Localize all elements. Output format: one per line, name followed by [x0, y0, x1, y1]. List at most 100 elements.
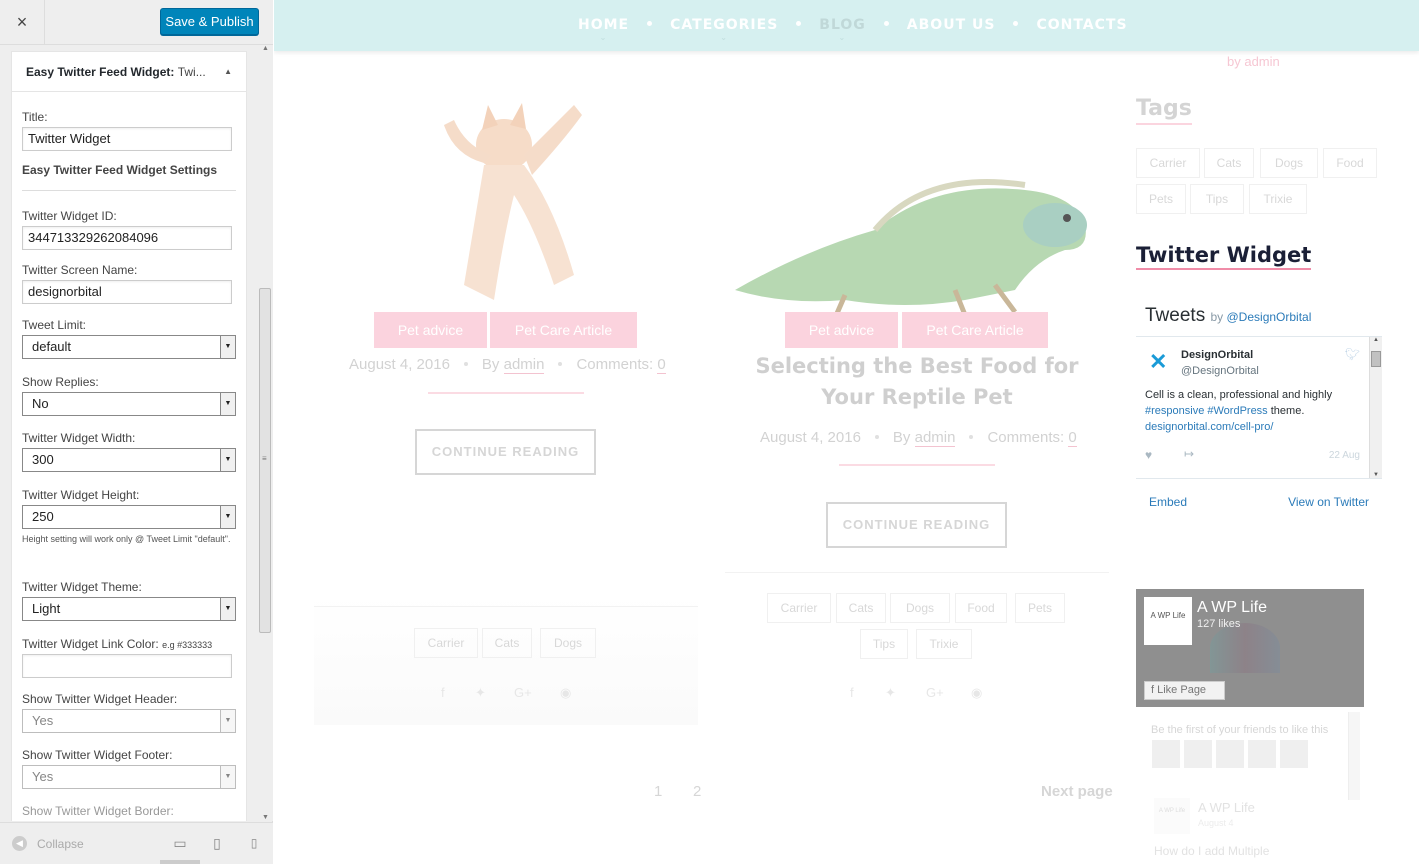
theme-select[interactable]: Light ▼	[22, 597, 236, 621]
embed-link[interactable]: Embed	[1149, 495, 1187, 509]
post-author-link[interactable]: admin	[503, 356, 545, 374]
sidebar-tag[interactable]: Cats	[1204, 148, 1254, 178]
widget-title-bar[interactable]: Easy Twitter Feed Widget: Twi... ▲	[12, 52, 246, 92]
sidebar-tag[interactable]: Tips	[1190, 184, 1244, 214]
tablet-icon[interactable]: ▯	[209, 835, 225, 851]
tweet-date[interactable]: 22 Aug	[1329, 450, 1360, 461]
close-icon[interactable]: ×	[0, 0, 45, 45]
tweet-hashtags[interactable]: #responsive #WordPress	[1145, 405, 1268, 417]
scroll-up-icon[interactable]: ▲	[262, 45, 269, 52]
sidebar-tag[interactable]: Pets	[1136, 184, 1186, 214]
fb-page-name[interactable]: A WP Life	[1197, 599, 1267, 617]
fb-post-avatar[interactable]: A WP Life	[1154, 798, 1190, 834]
post-author-link[interactable]: admin	[914, 429, 956, 447]
scroll-down-icon[interactable]: ▼	[1373, 472, 1379, 478]
dropdown-arrow-icon[interactable]: ▼	[220, 449, 235, 471]
avatar[interactable]	[1184, 740, 1212, 768]
chevron-up-icon[interactable]: ▲	[224, 67, 232, 76]
continue-reading-button[interactable]: CONTINUE READING	[415, 429, 596, 475]
avatar[interactable]	[1280, 740, 1308, 768]
share-icon[interactable]: ↦	[1184, 447, 1194, 461]
nav-about[interactable]: ABOUT US	[907, 17, 996, 33]
sidebar-tag[interactable]: Trixie	[1249, 184, 1307, 214]
post-tag[interactable]: Dogs	[890, 593, 950, 623]
title-input[interactable]: Twitter Widget	[22, 127, 232, 151]
dropdown-arrow-icon[interactable]: ▼	[220, 506, 235, 528]
post-title[interactable]: Selecting the Best Food for Your Reptile…	[725, 351, 1109, 413]
continue-reading-button[interactable]: CONTINUE READING	[826, 502, 1007, 548]
tweet-link[interactable]: designorbital.com/cell-pro/	[1145, 421, 1273, 433]
tweet-author-handle[interactable]: @DesignOrbital	[1181, 365, 1259, 377]
tweets-by-handle[interactable]: @DesignOrbital	[1227, 310, 1312, 324]
fb-post-author[interactable]: A WP Life	[1198, 800, 1255, 815]
screen-name-input[interactable]: designorbital	[22, 280, 232, 304]
designorbital-avatar-icon[interactable]: ✕	[1149, 350, 1169, 374]
twitter-bird-icon[interactable]: 🐦︎	[1345, 347, 1360, 361]
show-replies-select[interactable]: No ▼	[22, 392, 236, 416]
dropdown-arrow-icon[interactable]: ▼	[220, 766, 235, 788]
save-publish-button[interactable]: Save & Publish	[160, 8, 259, 35]
show-header-select[interactable]: Yes ▼	[22, 709, 236, 733]
page-1-link[interactable]: 1	[654, 783, 662, 800]
category-badge[interactable]: Pet advice	[374, 312, 487, 348]
sidebar-scrollbar[interactable]: ▲ ≡ ▼	[258, 45, 273, 821]
scrollbar-thumb[interactable]: ≡	[259, 288, 271, 633]
dropdown-arrow-icon[interactable]: ▼	[220, 598, 235, 620]
post-tag[interactable]: Pets	[1015, 593, 1065, 623]
tweet-scrollbar[interactable]: ▲ ▼	[1369, 337, 1382, 478]
tweet-limit-select[interactable]: default ▼	[22, 335, 236, 359]
fb-page-logo[interactable]: A WP Life	[1144, 597, 1192, 645]
google-plus-share-icon[interactable]: G+	[926, 685, 944, 700]
desktop-icon[interactable]: ▭	[172, 835, 188, 851]
twitter-share-icon[interactable]: ✦	[885, 685, 896, 701]
nav-home[interactable]: HOME ⌄	[578, 17, 629, 42]
post-tag[interactable]: Carrier	[414, 628, 478, 658]
nav-blog[interactable]: BLOG ⌄	[819, 17, 866, 42]
facebook-share-icon[interactable]: f	[441, 685, 445, 700]
page-2-link[interactable]: 2	[693, 783, 701, 800]
dropdown-arrow-icon[interactable]: ▼	[220, 336, 235, 358]
scroll-down-icon[interactable]: ▼	[262, 814, 269, 821]
width-select[interactable]: 300 ▼	[22, 448, 236, 472]
collapse-button[interactable]: ◀ Collapse	[12, 836, 84, 851]
post-tag[interactable]: Cats	[482, 628, 532, 658]
avatar[interactable]	[1152, 740, 1180, 768]
category-badge[interactable]: Pet advice	[785, 312, 898, 348]
post-tag[interactable]: Tips	[860, 629, 908, 659]
facebook-share-icon[interactable]: f	[850, 685, 854, 700]
dropdown-arrow-icon[interactable]: ▼	[220, 393, 235, 415]
view-on-twitter-link[interactable]: View on Twitter	[1288, 495, 1369, 509]
fb-like-page-button[interactable]: f Like Page	[1144, 681, 1225, 700]
twitter-share-icon[interactable]: ✦	[475, 685, 486, 701]
sidebar-tag[interactable]: Dogs	[1260, 148, 1318, 178]
height-select[interactable]: 250 ▼	[22, 505, 236, 529]
show-footer-select[interactable]: Yes ▼	[22, 765, 236, 789]
pinterest-share-icon[interactable]: ◉	[971, 685, 982, 701]
pinterest-share-icon[interactable]: ◉	[560, 685, 571, 701]
scroll-up-icon[interactable]: ▲	[1373, 337, 1379, 343]
post-tag[interactable]: Carrier	[767, 593, 831, 623]
mobile-icon[interactable]: ▯	[246, 835, 262, 851]
post-tag[interactable]: Food	[955, 593, 1007, 623]
category-badge[interactable]: Pet Care Article	[490, 312, 637, 348]
nav-categories[interactable]: CATEGORIES ⌄	[670, 17, 778, 42]
nav-contacts[interactable]: CONTACTS	[1036, 17, 1127, 33]
category-badge[interactable]: Pet Care Article	[902, 312, 1048, 348]
post-comments-count[interactable]: 0	[1068, 429, 1077, 447]
post-tag[interactable]: Cats	[836, 593, 886, 623]
post-tag[interactable]: Dogs	[540, 628, 596, 658]
link-color-input[interactable]	[22, 654, 232, 678]
avatar[interactable]	[1248, 740, 1276, 768]
post-tag[interactable]: Trixie	[916, 629, 972, 659]
fb-scrollbar[interactable]	[1348, 712, 1360, 800]
sidebar-tag[interactable]: Food	[1323, 148, 1377, 178]
sidebar-tag[interactable]: Carrier	[1136, 148, 1200, 178]
dropdown-arrow-icon[interactable]: ▼	[220, 710, 235, 732]
heart-icon[interactable]: ♥	[1145, 448, 1152, 462]
avatar[interactable]	[1216, 740, 1244, 768]
post-comments-count[interactable]: 0	[657, 356, 666, 374]
next-page-link[interactable]: Next page	[1041, 783, 1113, 800]
scrollbar-thumb[interactable]	[1371, 351, 1381, 367]
widget-id-input[interactable]: 344713329262084096	[22, 226, 232, 250]
tweet-author-name[interactable]: DesignOrbital	[1181, 349, 1253, 361]
